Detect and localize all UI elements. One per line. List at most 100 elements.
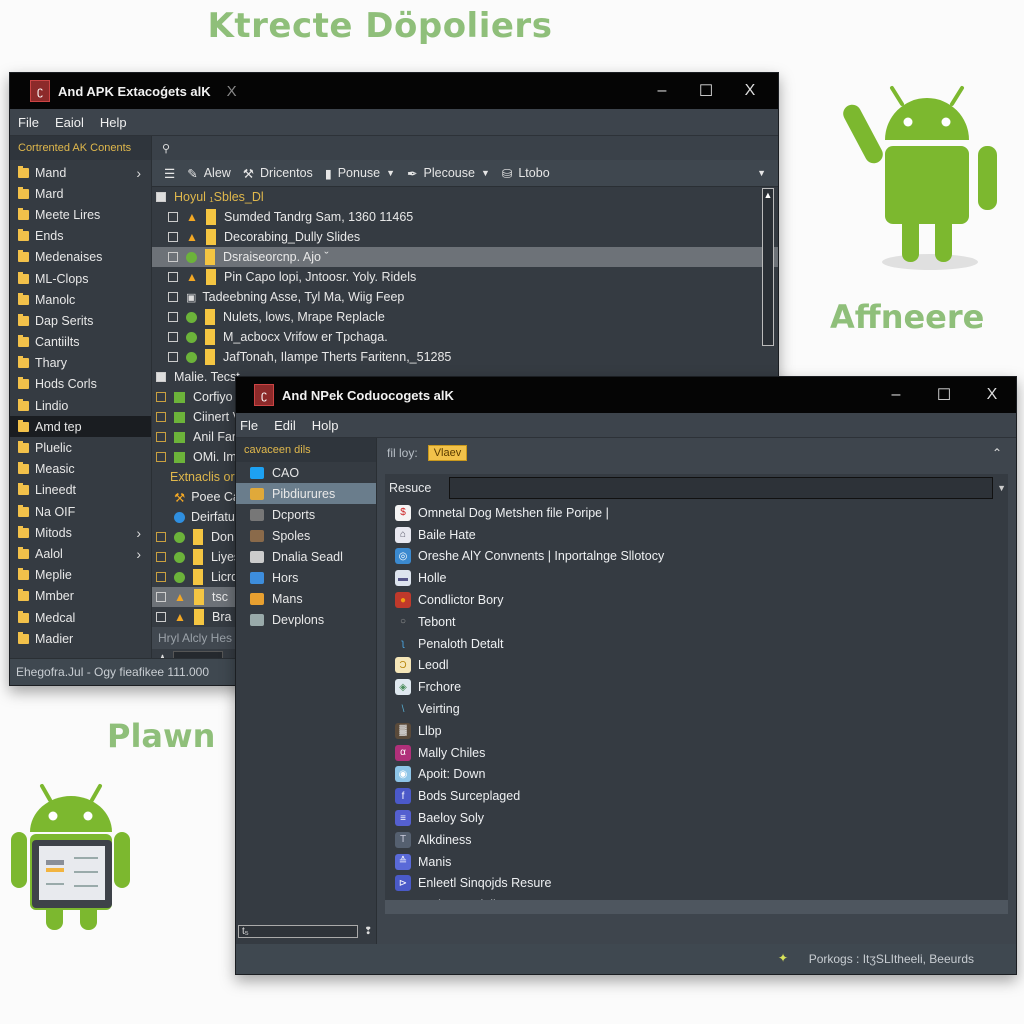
app-list-item[interactable]: ⌂ Baile Hate: [385, 524, 1008, 546]
app-list-item[interactable]: T Alkdiness: [385, 829, 1008, 851]
checkbox[interactable]: [168, 272, 178, 282]
toolbar-overflow-icon[interactable]: ▼: [757, 168, 766, 178]
list-icon[interactable]: ☰: [164, 166, 175, 181]
file-row[interactable]: JafTonah, Ilampe Therts Faritenn,_51285: [152, 347, 778, 367]
sidebar-item[interactable]: Amd tep: [10, 416, 151, 438]
app-list-item[interactable]: ▓ Llbp: [385, 720, 1008, 742]
sidebar-item[interactable]: Mitods ›: [10, 522, 151, 543]
app-list-item[interactable]: \ Veirting: [385, 698, 1008, 720]
sidebar-item[interactable]: Lindio: [10, 395, 151, 416]
file-row[interactable]: Dsraiseorcnp. Ajo ˇ: [152, 247, 778, 267]
file-row[interactable]: ▲ Sumded Tandrg Sam, 1360 11465: [152, 207, 778, 227]
sidebar-item[interactable]: Medcal: [10, 607, 151, 628]
checkbox[interactable]: [168, 212, 178, 222]
maximize-button[interactable]: ☐: [686, 73, 726, 109]
file-row[interactable]: ▣ Tadeebning Asse, Tyl Ma, Wiig Feep: [152, 287, 778, 307]
edit-button[interactable]: ✒ Plecouse ▼: [407, 166, 490, 181]
sidebar-item[interactable]: Devplons: [236, 609, 376, 630]
vertical-scrollbar[interactable]: ▲: [762, 188, 774, 346]
checkbox[interactable]: [156, 592, 166, 602]
app-list-item[interactable]: ◈ Frchore: [385, 676, 1008, 698]
sidebar-item[interactable]: Dap Serits: [10, 310, 151, 331]
scroll-up-icon[interactable]: ▲: [763, 189, 773, 201]
app-list-item[interactable]: ⊳ Enleetl Sinqojds Resure: [385, 873, 1008, 895]
sidebar-item[interactable]: Aalol ›: [10, 543, 151, 564]
sidebar-item[interactable]: Measic: [10, 459, 151, 480]
menu-file[interactable]: Fle: [236, 418, 266, 433]
checkbox[interactable]: [156, 412, 166, 422]
checkbox[interactable]: [156, 432, 166, 442]
app-list-item[interactable]: ≙ Manis: [385, 851, 1008, 873]
app-list-item[interactable]: ◎ Oreshe AlY Convnents | Inportalnge Sllo…: [385, 546, 1008, 568]
sidebar-item[interactable]: Madier: [10, 628, 151, 649]
checkbox[interactable]: [168, 292, 178, 302]
filter-icon[interactable]: ⚲: [162, 142, 170, 155]
app-list-item[interactable]: ● Condlictor Bory: [385, 589, 1008, 611]
sidebar-item[interactable]: Pibdiurures: [236, 483, 376, 504]
sidebar-item[interactable]: Dnalia Seadl: [236, 546, 376, 567]
app-list-item[interactable]: ○ Tebont: [385, 611, 1008, 633]
checkbox[interactable]: [156, 532, 166, 542]
sidebar-item[interactable]: Mand ›: [10, 162, 151, 183]
sidebar-item[interactable]: Spoles: [236, 525, 376, 546]
sidebar-item[interactable]: ML-Clops: [10, 268, 151, 289]
checkbox[interactable]: [156, 612, 166, 622]
sidebar-item[interactable]: Dcports: [236, 504, 376, 525]
checkbox[interactable]: [168, 352, 178, 362]
checkbox[interactable]: [156, 572, 166, 582]
app-list-item[interactable]: ≡ Baeloy Soly: [385, 807, 1008, 829]
sidebar-item[interactable]: Mmber: [10, 586, 151, 607]
chevron-right-icon[interactable]: ›: [136, 546, 141, 562]
maximize-button[interactable]: ☐: [924, 377, 964, 413]
checkbox[interactable]: [168, 252, 178, 262]
collapse-up-icon[interactable]: ⌃: [992, 446, 1002, 460]
checkbox[interactable]: [168, 232, 178, 242]
view-badge[interactable]: Vlaev: [427, 445, 468, 461]
sidebar-item[interactable]: Hods Corls: [10, 374, 151, 395]
collapse-icon[interactable]: [156, 192, 166, 202]
sidebar-item[interactable]: Meete Lires: [10, 204, 151, 225]
sidebar-item[interactable]: CAO: [236, 462, 376, 483]
file-row[interactable]: ▲ Pin Capo lopi, Jntoosr. Yoly. Ridels: [152, 267, 778, 287]
file-row[interactable]: Nulets, lows, Mrape Replacle: [152, 307, 778, 327]
minimize-button[interactable]: –: [876, 377, 916, 413]
app-list-item[interactable]: ◉ Apoit: Down: [385, 764, 1008, 786]
app-list-item[interactable]: f Bods Surceplaged: [385, 785, 1008, 807]
minimize-button[interactable]: –: [642, 73, 682, 109]
sidebar-item[interactable]: Mard: [10, 183, 151, 204]
menu-help[interactable]: Holp: [304, 418, 347, 433]
sidebar-item[interactable]: Manolc: [10, 289, 151, 310]
sidebar-search-input[interactable]: [238, 925, 358, 938]
package-button[interactable]: ⛁ Ltobo: [502, 166, 550, 181]
tree-root[interactable]: Hoyul ₁Sbles_Dl: [152, 187, 778, 207]
resource-select[interactable]: [449, 477, 994, 499]
checkbox[interactable]: [156, 552, 166, 562]
menu-help[interactable]: Help: [92, 115, 135, 130]
checkbox[interactable]: [168, 312, 178, 322]
sidebar-item[interactable]: Hors: [236, 567, 376, 588]
app-list-item[interactable]: ▬ Holle: [385, 567, 1008, 589]
close-button[interactable]: X: [972, 377, 1012, 413]
search-options-icon[interactable]: ❢: [364, 926, 372, 937]
trash-button[interactable]: ▮ Ponuse ▼: [325, 166, 395, 181]
menu-edit[interactable]: Eaiol: [47, 115, 92, 130]
menu-file[interactable]: File: [10, 115, 47, 130]
close-button[interactable]: X: [730, 73, 770, 109]
chevron-down-icon[interactable]: ▼: [997, 483, 1006, 493]
chevron-right-icon[interactable]: ›: [136, 525, 141, 541]
checkbox[interactable]: [156, 452, 166, 462]
sidebar-item[interactable]: Meplie: [10, 565, 151, 586]
new-button[interactable]: ✎ Alew: [187, 166, 231, 181]
sidebar-item[interactable]: Mans: [236, 588, 376, 609]
app-list-item[interactable]: α Mally Chiles: [385, 742, 1008, 764]
collapse-icon[interactable]: [156, 372, 166, 382]
chevron-right-icon[interactable]: ›: [136, 165, 141, 181]
sidebar-item[interactable]: Medenaises: [10, 247, 151, 268]
file-row[interactable]: M_acbocx Vrifow er Tpchaga.: [152, 327, 778, 347]
checkbox[interactable]: [156, 392, 166, 402]
horizontal-scrollbar[interactable]: [385, 900, 1008, 914]
sidebar-item[interactable]: Lineedt: [10, 480, 151, 501]
app-list-item[interactable]: Ɔ Leodl: [385, 655, 1008, 677]
sidebar-item[interactable]: Pluelic: [10, 437, 151, 458]
sidebar-item[interactable]: Cantiilts: [10, 332, 151, 353]
